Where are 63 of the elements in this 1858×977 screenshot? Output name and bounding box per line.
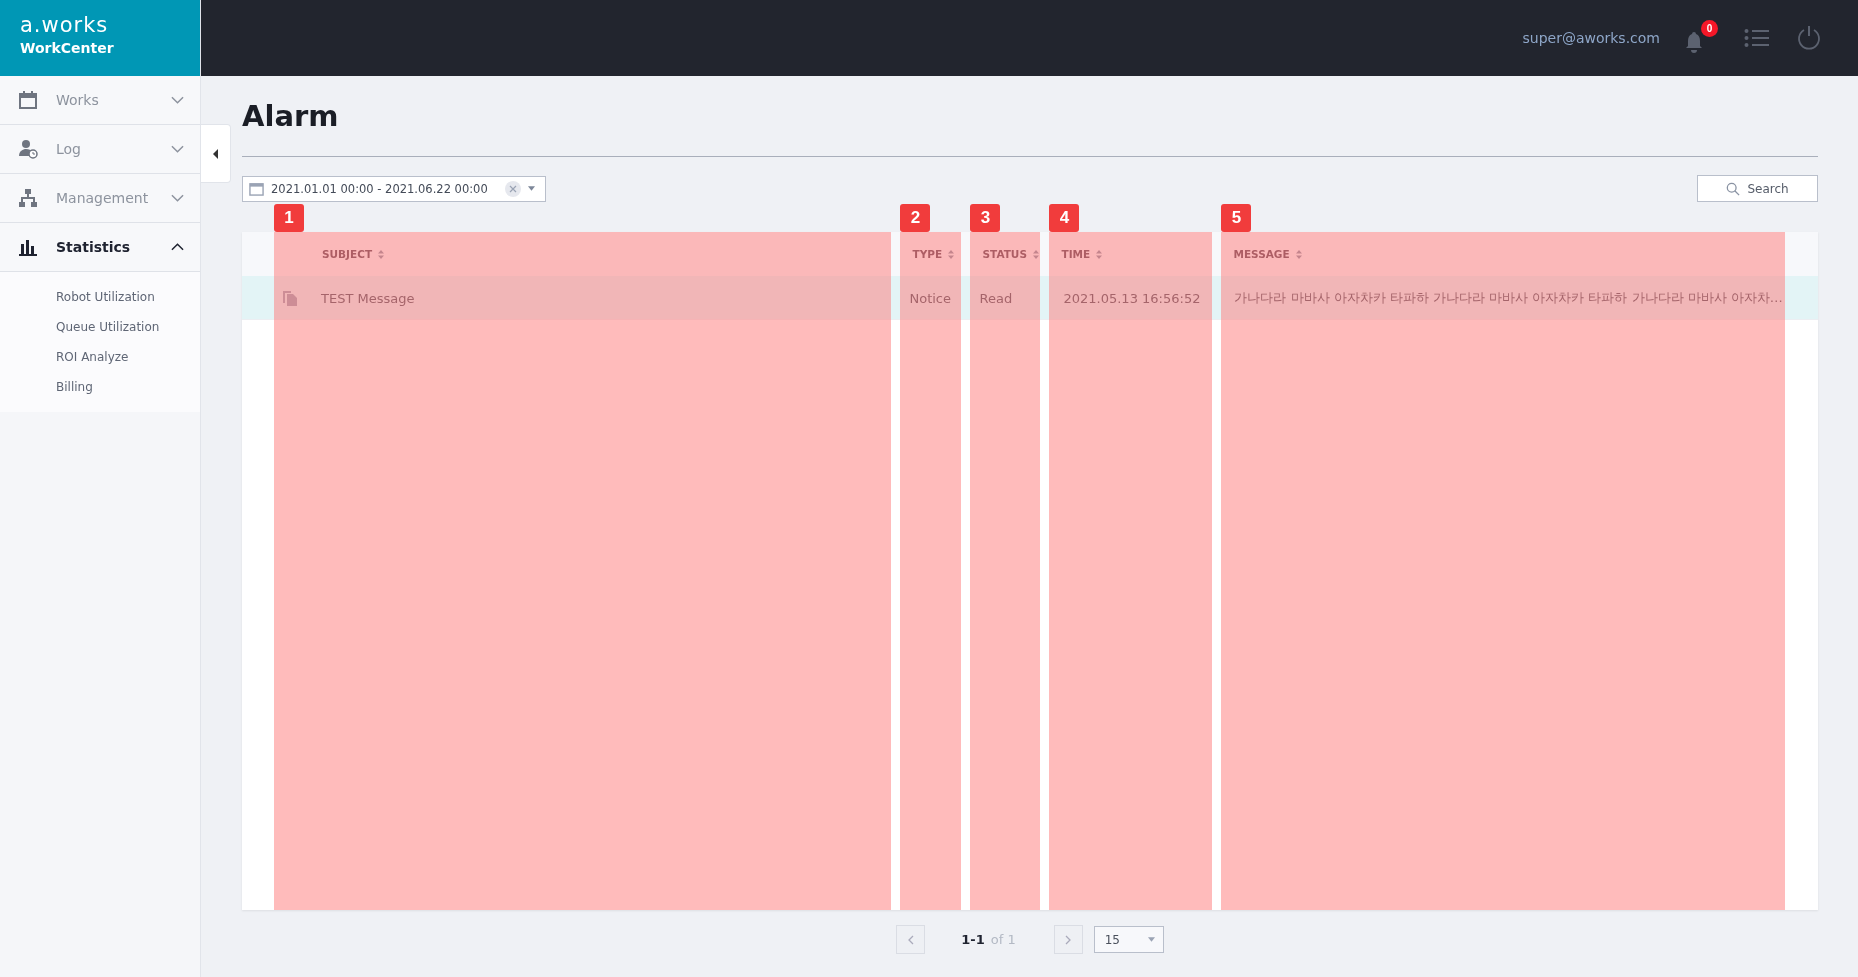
submenu-item[interactable]: ROI Analyze — [0, 342, 200, 372]
hierarchy-icon — [18, 188, 38, 208]
column-header[interactable]: STATUS — [982, 248, 1027, 260]
table-row[interactable] — [242, 276, 1818, 320]
table-cell: 가나다라 마바사 아자차카 타파하 가나다라 마바사 아자차카 타파하 가나다라 마바사 아자차… — [1234, 289, 1783, 307]
user-clock-icon — [18, 139, 38, 159]
previous-page-button[interactable] — [896, 925, 926, 954]
copy-icon — [282, 290, 298, 306]
chevron-down-icon — [171, 194, 184, 202]
table-cell: Read — [979, 290, 1013, 306]
submenu-item[interactable]: Billing — [0, 372, 200, 402]
search-icon — [1726, 181, 1741, 196]
table-cell: TEST Message — [321, 290, 415, 306]
sort-icon[interactable] — [1032, 249, 1039, 259]
dropdown-caret-icon — [1147, 937, 1155, 942]
table-cell: Notice — [909, 290, 951, 306]
list-icon — [1744, 28, 1770, 48]
submenu-item[interactable]: Robot Utilization — [0, 282, 200, 312]
power-button[interactable] — [1796, 25, 1822, 51]
number-badge: 1 — [274, 204, 304, 232]
chevron-right-icon — [1065, 934, 1072, 945]
sidebar-item[interactable]: Log — [0, 125, 200, 174]
number-badge: 3 — [970, 204, 1001, 232]
sidebar-item[interactable]: Management — [0, 174, 200, 223]
sort-icon[interactable] — [948, 249, 955, 259]
notification-button[interactable]: 0 — [1680, 20, 1718, 56]
number-badge: 2 — [900, 204, 931, 232]
logo: a.works — [20, 12, 110, 38]
menu-button[interactable] — [1744, 28, 1770, 48]
page-title: Alarm — [242, 94, 1818, 157]
column-header[interactable]: MESSAGE — [1233, 248, 1290, 260]
number-badge: 5 — [1221, 204, 1252, 232]
notification-count: 0 — [1701, 20, 1718, 37]
column-header[interactable]: TYPE — [912, 248, 943, 260]
product-name: WorkCenter — [20, 39, 115, 58]
search-button[interactable]: Search — [1697, 175, 1818, 202]
submenu-item[interactable]: Queue Utilization — [0, 312, 200, 342]
column-header[interactable]: SUBJECT — [322, 248, 373, 260]
sort-icon[interactable] — [1096, 249, 1103, 259]
sort-icon[interactable] — [1295, 249, 1302, 259]
dropdown-caret-icon — [528, 186, 535, 191]
power-icon — [1796, 25, 1822, 51]
next-page-button[interactable] — [1053, 925, 1083, 954]
chevron-left-icon — [907, 934, 914, 945]
page-total: of 1 — [990, 932, 1016, 947]
user-email: super@aworks.com — [1522, 30, 1660, 46]
bar-chart-icon — [18, 237, 38, 257]
column-header[interactable]: TIME — [1061, 248, 1091, 260]
chevron-up-icon — [171, 243, 184, 251]
collapse-sidebar-button[interactable] — [201, 124, 231, 183]
calendar-icon — [18, 90, 38, 110]
clear-icon[interactable] — [505, 180, 521, 197]
number-badge: 4 — [1049, 204, 1080, 232]
page-size-select[interactable]: 15 — [1093, 926, 1164, 953]
table-cell: 2021.05.13 16:56:52 — [1063, 290, 1201, 306]
calendar-icon — [249, 181, 264, 196]
chevron-down-icon — [171, 145, 184, 153]
date-range-field[interactable]: 2021.01.01 00:00 - 2021.06.22 00:00 — [242, 175, 546, 202]
page-range: 1-1 — [961, 932, 985, 947]
chevron-down-icon — [171, 96, 184, 104]
sort-icon[interactable] — [378, 249, 385, 259]
sidebar-item[interactable]: Works — [0, 76, 200, 125]
caret-left-icon — [212, 148, 219, 159]
